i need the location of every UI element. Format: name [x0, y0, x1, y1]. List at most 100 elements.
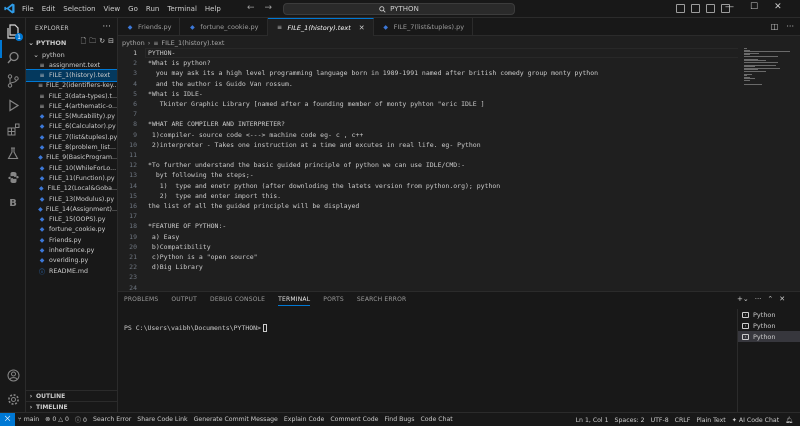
explorer-icon[interactable]: 1: [5, 23, 23, 41]
testing-icon[interactable]: [5, 145, 21, 161]
maximize-button[interactable]: ☐: [750, 2, 758, 12]
status-find-bugs[interactable]: Find Bugs: [381, 416, 417, 423]
status-share-code-link[interactable]: Share Code Link: [134, 416, 190, 423]
workspace-folder[interactable]: ⌄ PYTHON 🗋 🗀 ↻ ⊟: [26, 37, 117, 48]
file-item[interactable]: ≡ FILE_3(data-types).t...: [26, 91, 117, 101]
problems-status[interactable]: ⊗ 0 △ 0: [42, 416, 72, 423]
file-item[interactable]: ◆ FILE_9(BasicProgram...: [26, 153, 117, 163]
menu-view[interactable]: View: [100, 5, 125, 13]
panel-tab-debug-console[interactable]: DEBUG CONSOLE: [210, 296, 265, 306]
editor-tab[interactable]: ≡ FILE_1(history).text ✕: [267, 18, 374, 36]
arrow-right-icon[interactable]: →: [265, 3, 273, 13]
file-item[interactable]: ◆ FILE_14(Assignment)...: [26, 204, 117, 214]
file-item[interactable]: ◆ FILE_6(Calculator).py: [26, 122, 117, 132]
file-item[interactable]: ⓘ README.md: [26, 266, 117, 276]
toggle-panel-icon[interactable]: [691, 4, 700, 13]
menu-edit[interactable]: Edit: [38, 5, 60, 13]
branch-status[interactable]: ⑂ main: [15, 416, 42, 423]
file-item[interactable]: ◆ overiding.py: [26, 256, 117, 266]
file-item[interactable]: ◆ FILE_12(Local&Goba...: [26, 184, 117, 194]
source-control-icon[interactable]: [5, 73, 21, 89]
info-status[interactable]: ⓘ 0: [72, 415, 90, 424]
file-item[interactable]: ◆ fortune_cookie.py: [26, 225, 117, 235]
close-panel-icon[interactable]: ✕: [779, 295, 785, 303]
menu-help[interactable]: Help: [201, 5, 225, 13]
minimap[interactable]: [742, 48, 792, 86]
outline-section[interactable]: › OUTLINE: [26, 390, 117, 401]
account-icon[interactable]: [5, 367, 21, 383]
close-window-button[interactable]: ✕: [774, 2, 782, 12]
status-code-chat[interactable]: Code Chat: [417, 416, 455, 423]
language-mode[interactable]: Plain Text: [693, 417, 728, 424]
panel-tab-terminal[interactable]: TERMINAL: [278, 296, 311, 306]
remote-icon[interactable]: ⨉: [0, 412, 15, 426]
encoding[interactable]: UTF-8: [648, 417, 672, 424]
menu-selection[interactable]: Selection: [59, 5, 99, 13]
minimize-button[interactable]: —: [725, 2, 734, 12]
file-item[interactable]: ≡ FILE_1(history).text: [26, 69, 117, 82]
command-center-search[interactable]: PYTHON: [283, 3, 515, 15]
file-item[interactable]: ◆ FILE_10(WhileForLo...: [26, 163, 117, 173]
terminal-output[interactable]: PS C:\Users\vaibh\Documents\PYTHON>: [124, 324, 267, 332]
new-terminal-icon[interactable]: +⌄: [737, 295, 749, 303]
status-explain-code[interactable]: Explain Code: [281, 416, 327, 423]
arrow-left-icon[interactable]: ←: [247, 3, 255, 13]
extensions-icon[interactable]: [5, 121, 21, 137]
file-item[interactable]: ◆ FILE_5(Mutability).py: [26, 111, 117, 121]
breadcrumb-file[interactable]: FILE_1(history).text: [161, 39, 224, 47]
file-item[interactable]: ◆ FILE_8(problem_list...: [26, 142, 117, 152]
more-actions-icon[interactable]: ···: [755, 295, 762, 303]
notifications-bell-icon[interactable]: 🔔︎: [782, 416, 796, 424]
status-search-error[interactable]: Search Error: [90, 416, 134, 423]
file-item[interactable]: ≡ FILE_2(identifiers-key...: [26, 81, 117, 91]
status-generate-commit-message[interactable]: Generate Commit Message: [191, 416, 281, 423]
manage-gear-icon[interactable]: [5, 391, 21, 407]
file-item[interactable]: ◆ FILE_11(Function).py: [26, 173, 117, 183]
file-item[interactable]: ◆ FILE_13(Modulus).py: [26, 194, 117, 204]
cursor-position[interactable]: Ln 1, Col 1: [573, 417, 612, 424]
file-item[interactable]: ≡ assignment.text: [26, 60, 117, 70]
collapse-all-icon[interactable]: ⊟: [108, 37, 114, 48]
indentation[interactable]: Spaces: 2: [612, 417, 648, 424]
editor-tab[interactable]: ◆ fortune_cookie.py: [180, 18, 268, 36]
more-actions-icon[interactable]: ···: [102, 22, 111, 32]
search-icon[interactable]: [5, 49, 21, 65]
menu-run[interactable]: Run: [142, 5, 163, 13]
ai-code-chat[interactable]: ✦ AI Code Chat: [729, 417, 782, 424]
panel-tab-search-error[interactable]: SEARCH ERROR: [357, 296, 407, 306]
terminal-instance[interactable]: › Python: [738, 309, 800, 320]
status-comment-code[interactable]: Comment Code: [327, 416, 381, 423]
panel-tab-ports[interactable]: PORTS: [323, 296, 344, 306]
toggle-sidebar-icon[interactable]: [676, 4, 685, 13]
bookmarks-b-icon[interactable]: B: [5, 195, 21, 211]
new-folder-icon[interactable]: 🗀: [89, 37, 96, 48]
panel-tab-output[interactable]: OUTPUT: [171, 296, 197, 306]
toggle-secondary-sidebar-icon[interactable]: [706, 4, 715, 13]
split-editor-icon[interactable]: ◫: [771, 22, 779, 31]
menu-terminal[interactable]: Terminal: [163, 5, 201, 13]
code-editor[interactable]: 1 PYTHON- 2 *What is python? 3 you may ask i…: [118, 48, 738, 291]
file-item[interactable]: ≡ FILE_4(arthematic-o...: [26, 101, 117, 111]
python-icon[interactable]: [5, 169, 21, 185]
timeline-section[interactable]: › TIMELINE: [26, 401, 117, 412]
file-item[interactable]: ◆ FILE_7(list&tuples).py: [26, 132, 117, 142]
menu-file[interactable]: File: [18, 5, 38, 13]
panel-tab-problems[interactable]: PROBLEMS: [124, 296, 158, 306]
file-item[interactable]: ◆ FILE_15(OOPS).py: [26, 214, 117, 224]
file-item[interactable]: ◆ Friends.py: [26, 235, 117, 245]
maximize-panel-icon[interactable]: ⌃: [767, 295, 773, 303]
editor-tab[interactable]: ◆ Friends.py: [118, 18, 181, 36]
new-file-icon[interactable]: 🗋: [81, 37, 87, 48]
file-item[interactable]: ◆ inheritance.py: [26, 245, 117, 255]
menu-go[interactable]: Go: [124, 5, 142, 13]
editor-tab[interactable]: ◆ FILE_7(list&tuples).py: [374, 18, 474, 36]
run-debug-icon[interactable]: [5, 97, 21, 113]
end-of-line[interactable]: CRLF: [672, 417, 694, 424]
subfolder-python[interactable]: ⌄ python: [26, 49, 117, 60]
breadcrumb-folder[interactable]: python: [122, 39, 145, 47]
close-tab-icon[interactable]: ✕: [359, 24, 365, 32]
refresh-icon[interactable]: ↻: [99, 37, 105, 48]
terminal-instance[interactable]: › Python: [738, 320, 800, 331]
terminal-instance[interactable]: › Python: [738, 331, 800, 342]
more-actions-icon[interactable]: ···: [786, 22, 794, 31]
